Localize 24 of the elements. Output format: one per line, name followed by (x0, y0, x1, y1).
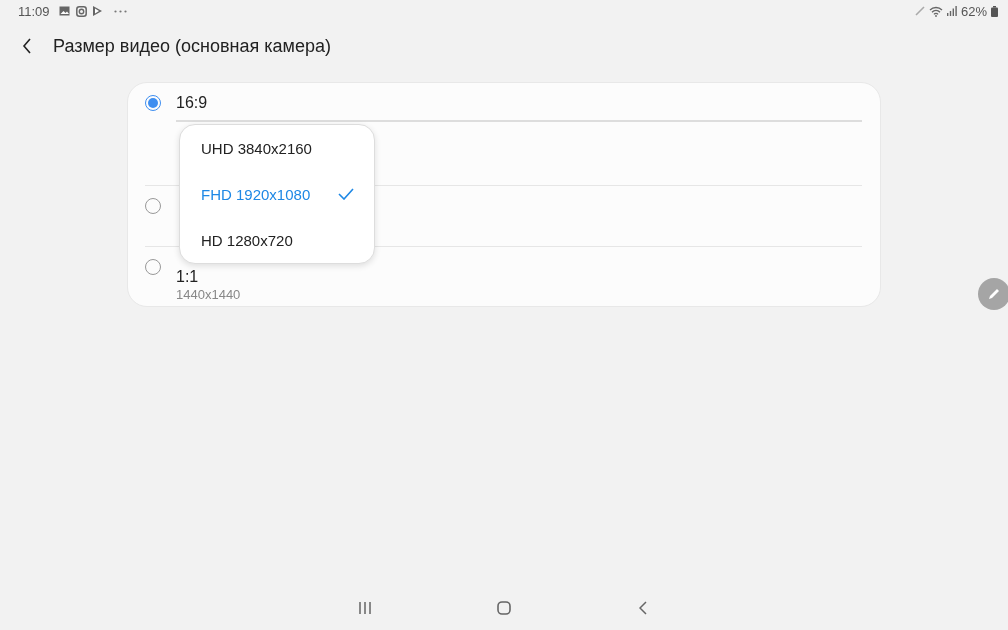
option-detail: 1440x1440 (176, 287, 242, 302)
option-label: 16:9 (176, 94, 209, 112)
menu-item[interactable]: UHD 3840x2160 (180, 125, 374, 171)
check-icon (338, 188, 354, 200)
menu-item[interactable]: HD 1280x720 (180, 217, 374, 263)
option-label: 1:1 (176, 269, 200, 285)
clock-time: 11:09 (18, 3, 50, 19)
recent-apps-icon (358, 602, 372, 614)
back-icon (639, 601, 647, 615)
pencil-icon (986, 286, 1002, 302)
camera-icon (75, 5, 87, 17)
battery-icon (991, 5, 998, 17)
pen-icon (914, 6, 925, 16)
back-icon (22, 38, 32, 54)
home-icon (497, 601, 511, 615)
page-title: Размер видео (основная камера) (53, 35, 331, 57)
menu-item[interactable]: FHD 1920x1080 (180, 171, 374, 217)
edit-button[interactable] (978, 278, 1008, 310)
wifi-icon (928, 5, 943, 17)
signal-icon (946, 6, 957, 16)
play-icon (92, 6, 102, 16)
more-icon (113, 9, 127, 13)
battery-percent: 62% (960, 3, 987, 19)
image-icon (58, 6, 70, 16)
